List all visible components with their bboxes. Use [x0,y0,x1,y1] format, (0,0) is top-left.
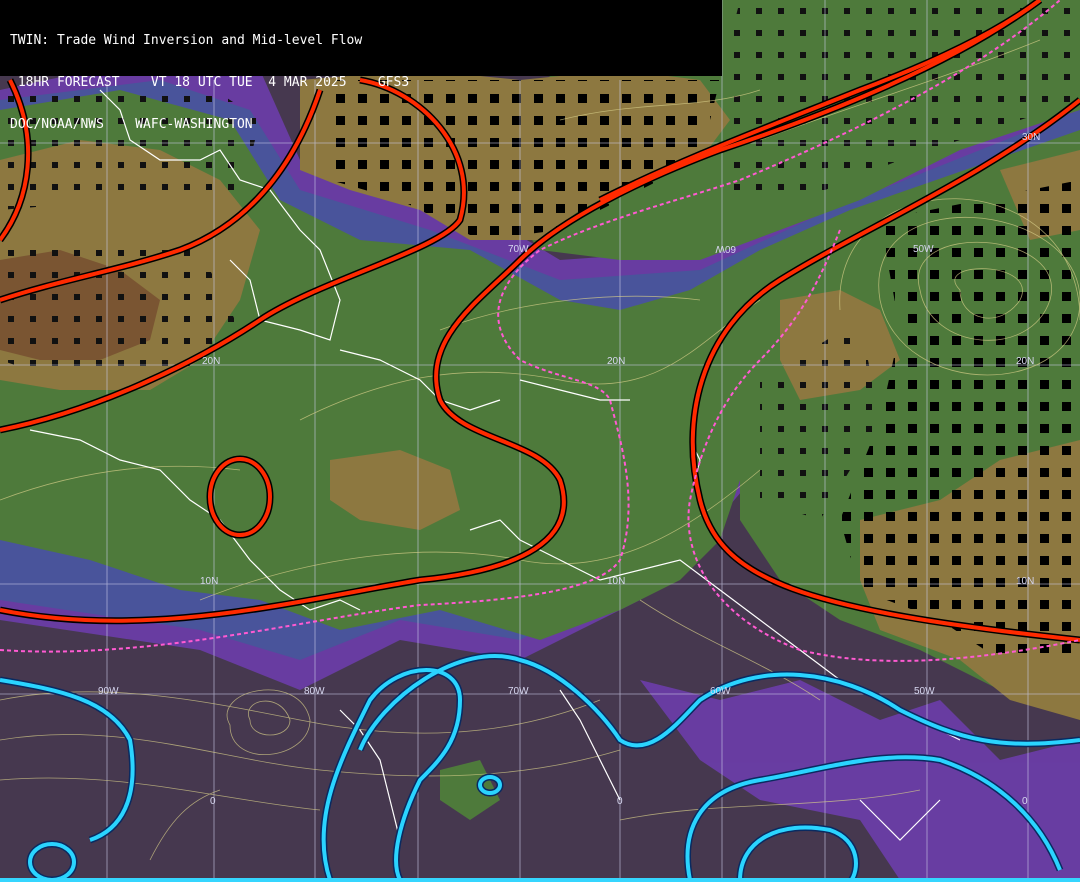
grid-label: 10N [607,576,625,587]
grid-label: 70W [508,686,529,697]
grid-label: 70W [508,244,529,255]
grid-label: 50W [914,686,935,697]
grid-label: 20N [202,356,220,367]
grid-label: 0 [210,796,216,807]
header-agency: DOC/NOAA/NWS WAFC-WASHINGTON [10,117,253,132]
grid-label: 80W [304,686,325,697]
bottom-border [0,878,1080,882]
map-header: TWIN: Trade Wind Inversion and Mid-level… [0,0,722,132]
grid-label: 20N [607,356,625,367]
grid-label: 60W [710,686,731,697]
header-title: TWIN: Trade Wind Inversion and Mid-level… [10,33,363,48]
grid-label: 60W [715,243,736,254]
grid-label: 10N [1016,576,1034,587]
header-forecast-line: 18HR FORECAST VT 18 UTC TUE 4 MAR 2025 G… [10,75,410,90]
grid-label: 20N [1016,356,1034,367]
grid-label: 30N [1022,132,1040,143]
grid-label: 0 [617,796,623,807]
grid-label: 50W [913,244,934,255]
grid-label: 10N [200,576,218,587]
grid-label: 0 [1022,796,1028,807]
grid-label: 90W [98,686,119,697]
